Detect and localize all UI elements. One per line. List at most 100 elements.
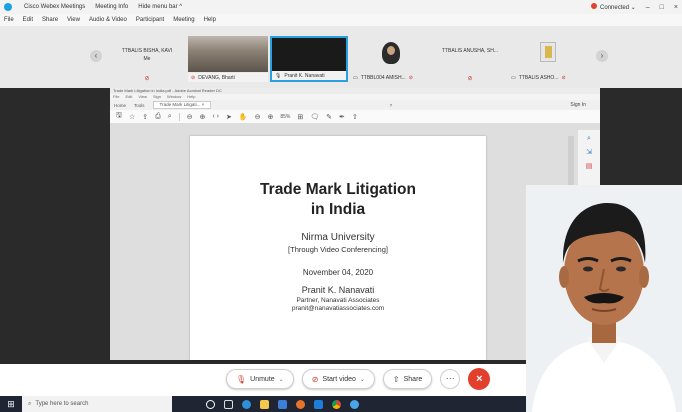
sign-in-link[interactable]: Sign In xyxy=(570,102,586,108)
restore-button[interactable]: □ xyxy=(660,4,664,11)
participant-name-bar: ▭ TTBALIS ASHO... ⊘ xyxy=(508,73,588,82)
strip-prev-button[interactable]: ‹ xyxy=(90,50,102,62)
chevron-down-icon[interactable]: ⌄ xyxy=(360,376,365,383)
meeting-controls: 🎙 Unmute ⌄ ⊘ Start video ⌄ ⇧ Share ··· × xyxy=(226,365,491,393)
zoom-out-icon[interactable]: ⊖ xyxy=(255,113,261,121)
more-options-button[interactable]: ··· xyxy=(440,369,461,389)
acrobat-menu-file[interactable]: File xyxy=(113,94,119,100)
comment-icon[interactable]: 🗨 xyxy=(310,113,319,121)
share-icon: ⇧ xyxy=(392,374,400,384)
menu-share[interactable]: Share xyxy=(42,17,58,23)
share-label: Share xyxy=(403,375,423,383)
connection-status[interactable]: Connected ⌄ xyxy=(591,3,636,11)
menu-audio-video[interactable]: Audio & Video xyxy=(89,17,127,23)
participant-name-bar: 🎙 Pranit K. Nanavati xyxy=(272,71,346,80)
share-doc-icon[interactable]: ⇧ xyxy=(352,113,358,121)
export-pdf-icon[interactable]: ⇲ xyxy=(584,148,594,158)
slide-title: Trade Mark Litigation in India xyxy=(190,180,486,220)
bookmark-star-icon[interactable]: ☆ xyxy=(129,113,135,121)
edge-icon[interactable] xyxy=(242,399,251,409)
participant-tile[interactable]: ▭ TTBBL004 AMISH... ⊘ xyxy=(350,36,432,82)
save-icon[interactable]: 🖫 xyxy=(116,111,122,122)
video-off-icon: ⊘ xyxy=(311,374,319,384)
acrobat-menu-edit[interactable]: Edit xyxy=(125,94,132,100)
menu-file[interactable]: File xyxy=(4,17,14,23)
participant-video-thumbnail xyxy=(188,36,268,72)
tab-tools[interactable]: Tools xyxy=(134,103,145,108)
acrobat-menu-view[interactable]: View xyxy=(138,94,147,100)
mail-icon[interactable] xyxy=(314,399,323,409)
leave-meeting-button[interactable]: × xyxy=(468,368,491,390)
participant-name: Pranit K. Nanavati xyxy=(284,72,325,79)
help-icon[interactable]: ? xyxy=(390,103,393,108)
tab-document[interactable]: Trade Mark Litigati... × xyxy=(152,101,212,109)
participant-tile[interactable]: TTBALIS BISHA, KAVI Me ⊘ xyxy=(108,36,186,82)
store-icon[interactable] xyxy=(278,399,287,409)
share-button[interactable]: ⇧ Share xyxy=(382,369,433,389)
unmute-button[interactable]: 🎙 Unmute ⌄ xyxy=(226,369,294,389)
muted-mic-icon: ⊘ xyxy=(408,74,413,81)
find-icon[interactable]: ⌕ xyxy=(168,113,172,121)
connection-status-label: Connected xyxy=(600,5,630,11)
acrobat-menu-help[interactable]: Help xyxy=(187,94,195,100)
cortana-icon[interactable] xyxy=(206,399,215,409)
speaker-portrait xyxy=(526,185,682,412)
pdf-page: Trade Mark Litigation in India Nirma Uni… xyxy=(190,136,486,360)
slide-mode: [Through Video Conferencing] xyxy=(288,245,388,254)
chevron-down-icon[interactable]: ⌄ xyxy=(279,376,284,383)
screen-icon: ▭ xyxy=(511,74,516,81)
upload-icon[interactable]: ⇪ xyxy=(142,113,148,121)
page-up-icon[interactable]: ⊖ xyxy=(187,113,193,121)
tab-home[interactable]: Home xyxy=(114,103,126,108)
participant-tile[interactable]: ⊘ DEVANG, Bharti xyxy=(188,36,268,82)
menu-help[interactable]: Help xyxy=(204,17,216,23)
hand-icon[interactable]: ✋ xyxy=(239,113,248,121)
menu-participant[interactable]: Participant xyxy=(136,17,164,23)
slide-university: Nirma University xyxy=(301,232,375,243)
webex-taskbar-icon[interactable] xyxy=(350,399,359,409)
fit-page-icon[interactable]: ⊞ xyxy=(297,113,303,121)
slide-title-line1: Trade Mark Litigation xyxy=(260,181,416,198)
hide-menu-bar-button[interactable]: Hide menu bar ^ xyxy=(138,4,182,10)
search-placeholder: Type here to search xyxy=(35,401,89,407)
task-view-icon[interactable] xyxy=(224,399,233,409)
speaker-photo xyxy=(526,185,682,412)
menu-meeting[interactable]: Meeting xyxy=(173,17,194,23)
highlight-icon[interactable]: ✎ xyxy=(326,113,332,121)
create-pdf-icon[interactable]: ▤ xyxy=(584,162,594,172)
taskbar-search-box[interactable]: ⌕ Type here to search xyxy=(22,396,172,412)
acrobat-menu-sign[interactable]: Sign xyxy=(153,94,161,100)
page-nav-icon[interactable]: ‹ › xyxy=(212,113,219,120)
muted-mic-icon: ⊘ xyxy=(144,76,150,82)
acrobat-toolbar: 🖫 ☆ ⇪ ⎙ ⌕ ⊖ ⊕ ‹ › ➤ ✋ ⊖ ⊕ 85% ⊞ 🗨 ✎ ✒ ⇧ xyxy=(110,110,600,124)
menu-view[interactable]: View xyxy=(67,17,80,23)
cursor-icon[interactable]: ➤ xyxy=(226,113,232,121)
windows-start-icon[interactable]: ⊞ xyxy=(0,396,22,412)
mic-icon: 🎙 xyxy=(275,72,282,79)
firefox-icon[interactable] xyxy=(296,399,305,409)
participant-tile[interactable]: ▭ TTBALIS ASHO... ⊘ xyxy=(508,36,588,82)
acrobat-menu-window[interactable]: Window xyxy=(167,94,181,100)
acrobat-tabs: Home Tools Trade Mark Litigati... × ? Si… xyxy=(110,100,600,110)
page-down-icon[interactable]: ⊕ xyxy=(200,113,206,121)
meeting-info-button[interactable]: Meeting Info xyxy=(95,4,128,10)
strip-next-button[interactable]: › xyxy=(596,50,608,62)
menu-edit[interactable]: Edit xyxy=(23,17,33,23)
chrome-icon[interactable] xyxy=(332,399,341,409)
participant-name-bar: ⊘ DEVANG, Bharti xyxy=(188,73,268,82)
participant-name-bar: ▭ TTBBL004 AMISH... ⊘ xyxy=(350,73,432,82)
zoom-in-icon[interactable]: ⊕ xyxy=(267,113,273,121)
participant-name: DEVANG, Bharti xyxy=(198,74,235,81)
participant-tile[interactable]: TTBALIS ANUSHA, SH... ⊘ xyxy=(434,36,506,82)
close-button[interactable]: × xyxy=(674,4,678,11)
participant-tile-active[interactable]: 🎙 Pranit K. Nanavati xyxy=(270,36,348,82)
zoom-select[interactable]: 85% xyxy=(280,114,290,120)
slide-title-line2: in India xyxy=(310,201,366,218)
start-video-button[interactable]: ⊘ Start video ⌄ xyxy=(301,369,375,389)
search-icon[interactable]: ⌕ xyxy=(584,134,594,144)
app-title: Cisco Webex Meetings xyxy=(24,4,86,10)
minimize-button[interactable]: – xyxy=(646,4,650,11)
file-explorer-icon[interactable] xyxy=(260,399,269,409)
sign-icon[interactable]: ✒ xyxy=(339,113,345,121)
print-icon[interactable]: ⎙ xyxy=(155,113,161,121)
